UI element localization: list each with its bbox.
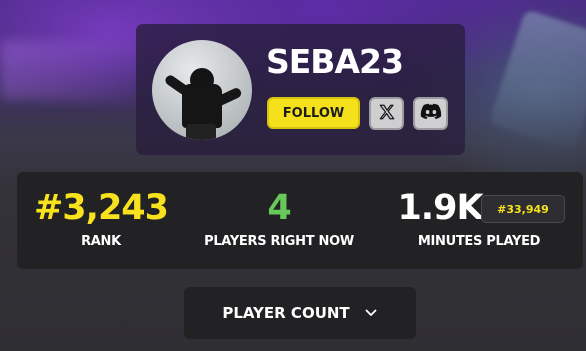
discord-logo-icon	[420, 103, 442, 124]
rank-label: RANK	[81, 234, 121, 249]
minutes-rank-badge: #33,949	[481, 195, 565, 223]
discord-button[interactable]	[413, 97, 448, 130]
stats-panel: #3,243 RANK 4 PLAYERS RIGHT NOW 1.9K #33…	[17, 172, 583, 269]
player-count-dropdown[interactable]: PLAYER COUNT	[184, 287, 416, 339]
x-logo-icon	[378, 103, 396, 125]
follow-button[interactable]: FOLLOW	[267, 97, 360, 129]
players-value: 4	[267, 188, 291, 228]
minutes-label: MINUTES PLAYED	[417, 234, 541, 249]
background-glow	[0, 40, 140, 100]
avatar-figure-legs	[186, 124, 216, 140]
dropdown-label: PLAYER COUNT	[222, 304, 350, 322]
minutes-value: 1.9K	[397, 188, 483, 228]
avatar[interactable]	[152, 40, 252, 140]
profile-card: SEBA23 FOLLOW	[136, 24, 465, 155]
chevron-down-icon	[364, 306, 378, 320]
players-label: PLAYERS RIGHT NOW	[204, 234, 354, 249]
x-button[interactable]	[369, 97, 404, 130]
rank-value: #3,243	[33, 188, 169, 228]
username: SEBA23	[266, 42, 404, 81]
avatar-figure-body	[182, 84, 222, 128]
